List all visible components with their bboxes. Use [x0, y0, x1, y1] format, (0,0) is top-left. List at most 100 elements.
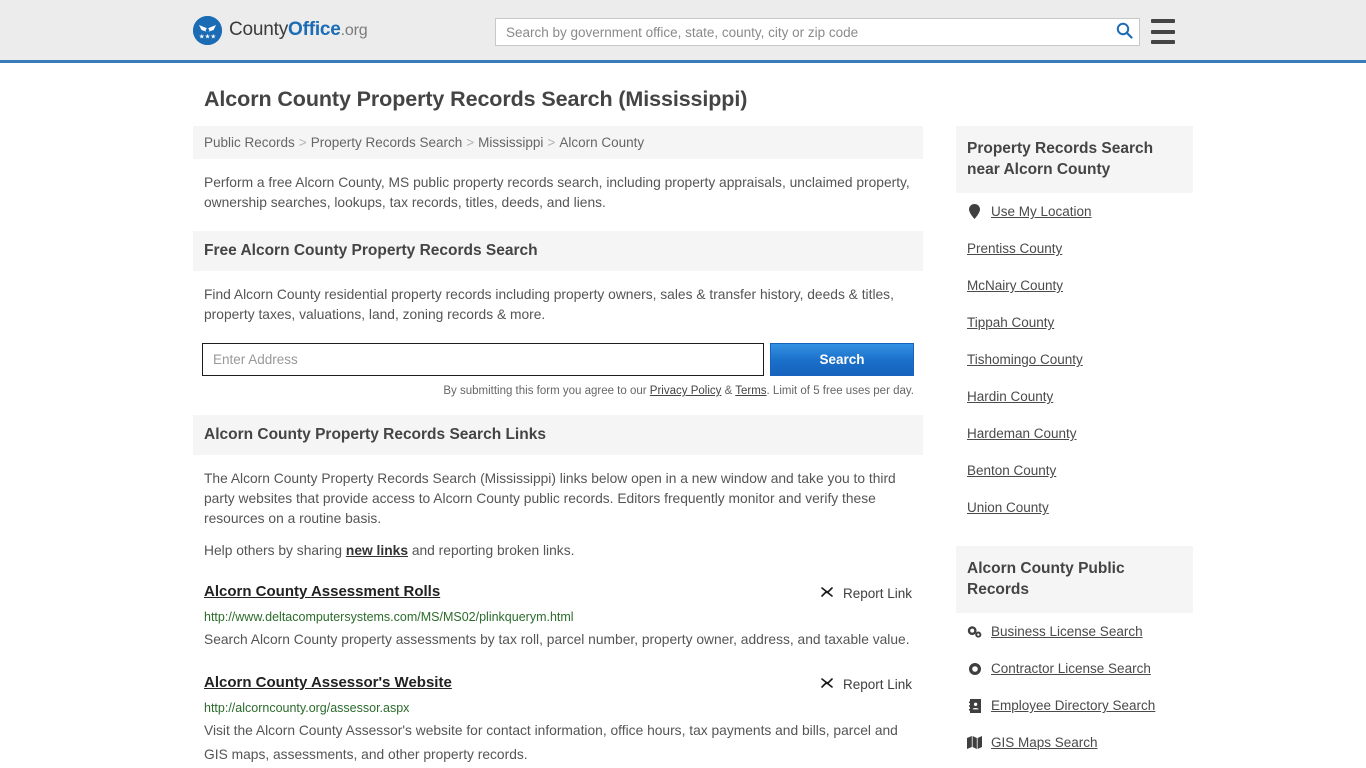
sidebar-item-land-records-search[interactable]: Land Records Search: [956, 761, 1193, 768]
sidebar-link[interactable]: Use My Location: [991, 204, 1092, 219]
logo-text-org: .org: [340, 22, 368, 39]
cogs-icon: [967, 625, 982, 639]
result-url[interactable]: http://www.deltacomputersystems.com/MS/M…: [204, 610, 912, 624]
logo-text-office: Office: [288, 19, 341, 40]
links-section-header: Alcorn County Property Records Search Li…: [193, 415, 923, 455]
free-search-description: Find Alcorn County residential property …: [204, 287, 894, 322]
sidebar-nearby-header: Property Records Search near Alcorn Coun…: [956, 126, 1193, 193]
sidebar-link[interactable]: Employee Directory Search: [991, 698, 1155, 713]
address-input[interactable]: [202, 343, 764, 376]
hamburger-menu-icon[interactable]: [1151, 19, 1175, 44]
sidebar-link[interactable]: McNairy County: [967, 278, 1063, 293]
broken-link-icon: [819, 584, 835, 603]
sidebar-public-records-header: Alcorn County Public Records: [956, 546, 1193, 613]
result-header-row: Alcorn County Assessor's Website Report …: [204, 674, 912, 694]
breadcrumb-separator: >: [547, 135, 556, 150]
sidebar-link[interactable]: Business License Search: [991, 624, 1143, 639]
svg-text:★★★: ★★★: [199, 32, 216, 40]
form-disclaimer: By submitting this form you agree to our…: [193, 385, 914, 397]
sidebar-item-prentiss-county[interactable]: Prentiss County: [956, 230, 1193, 267]
map-pin-icon: [967, 204, 982, 219]
sidebar-link[interactable]: Prentiss County: [967, 241, 1062, 256]
intro-paragraph: Perform a free Alcorn County, MS public …: [204, 175, 910, 210]
sidebar-link[interactable]: Hardin County: [967, 389, 1053, 404]
sidebar-item-union-county[interactable]: Union County: [956, 489, 1193, 526]
help-suffix: and reporting broken links.: [408, 543, 575, 558]
terms-link[interactable]: Terms: [735, 385, 766, 397]
disclaimer-suffix: . Limit of 5 free uses per day.: [766, 385, 914, 397]
sidebar-link[interactable]: Hardeman County: [967, 426, 1077, 441]
sidebar-link[interactable]: Union County: [967, 500, 1049, 515]
result-url[interactable]: http://alcorncounty.org/assessor.aspx: [204, 701, 912, 715]
sidebar-item-employee-directory-search[interactable]: Employee Directory Search: [956, 687, 1193, 724]
sidebar-item-mcnairy-county[interactable]: McNairy County: [956, 267, 1193, 304]
sidebar-item-gis-maps-search[interactable]: GIS Maps Search: [956, 724, 1193, 761]
sidebar-nearby-heading: Property Records Search near Alcorn Coun…: [967, 140, 1154, 178]
address-book-icon: [967, 698, 982, 713]
breadcrumb-separator: >: [298, 135, 307, 150]
sidebar: Property Records Search near Alcorn Coun…: [956, 126, 1193, 768]
search-input[interactable]: [496, 19, 1109, 45]
sidebar-item-business-license-search[interactable]: Business License Search: [956, 613, 1193, 650]
sidebar-item-benton-county[interactable]: Benton County: [956, 452, 1193, 489]
sidebar-item-tishomingo-county[interactable]: Tishomingo County: [956, 341, 1193, 378]
breadcrumb-item-2[interactable]: Mississippi: [478, 135, 543, 150]
breadcrumb: Public Records > Property Records Search > M…: [193, 126, 923, 159]
breadcrumb-separator: >: [466, 135, 475, 150]
sidebar-link[interactable]: Tippah County: [967, 315, 1054, 330]
broken-link-icon: [819, 675, 835, 694]
disclaimer-amp: &: [721, 385, 736, 397]
eagle-shield-icon: ★★★: [193, 15, 222, 45]
result-description: Visit the Alcorn County Assessor's websi…: [204, 723, 898, 762]
main-column: Public Records > Property Records Search > M…: [193, 126, 923, 768]
result-item: Alcorn County Assessor's Website Report …: [204, 674, 912, 767]
cog-icon: [967, 662, 982, 676]
breadcrumb-item-3[interactable]: Alcorn County: [559, 135, 644, 150]
site-logo[interactable]: ★★★ CountyOffice.org: [193, 15, 368, 45]
sidebar-nearby-list: Use My Location Prentiss County McNairy …: [956, 193, 1193, 526]
sidebar-public-records-list: Business License Search Contractor Licen…: [956, 613, 1193, 768]
help-prefix: Help others by sharing: [204, 543, 346, 558]
free-search-heading: Free Alcorn County Property Records Sear…: [204, 242, 538, 259]
result-title-link[interactable]: Alcorn County Assessment Rolls: [204, 583, 440, 600]
breadcrumb-item-1[interactable]: Property Records Search: [311, 135, 463, 150]
sidebar-public-records-heading: Alcorn County Public Records: [967, 560, 1125, 598]
sidebar-link[interactable]: Contractor License Search: [991, 661, 1151, 676]
site-header: ★★★ CountyOffice.org: [0, 0, 1366, 63]
sidebar-item-tippah-county[interactable]: Tippah County: [956, 304, 1193, 341]
global-search-bar: [495, 18, 1140, 46]
address-search-form: Search: [202, 343, 914, 376]
report-link-label: Report Link: [842, 586, 912, 601]
page-title: Alcorn County Property Records Search (M…: [204, 87, 748, 111]
report-link-label: Report Link: [842, 677, 912, 692]
search-submit-button[interactable]: [1109, 19, 1139, 45]
breadcrumb-item-0[interactable]: Public Records: [204, 135, 295, 150]
logo-text: CountyOffice.org: [229, 19, 368, 41]
result-title-link[interactable]: Alcorn County Assessor's Website: [204, 674, 452, 691]
sidebar-item-contractor-license-search[interactable]: Contractor License Search: [956, 650, 1193, 687]
content-row: Public Records > Property Records Search > M…: [193, 126, 1193, 768]
sidebar-link[interactable]: Tishomingo County: [967, 352, 1083, 367]
links-section-heading: Alcorn County Property Records Search Li…: [204, 426, 546, 443]
help-paragraph: Help others by sharing new links and rep…: [204, 541, 912, 561]
free-search-section-header: Free Alcorn County Property Records Sear…: [193, 231, 923, 271]
disclaimer-prefix: By submitting this form you agree to our: [443, 385, 650, 397]
sidebar-link[interactable]: GIS Maps Search: [991, 735, 1098, 750]
sidebar-item-use-my-location[interactable]: Use My Location: [956, 193, 1193, 230]
new-links-link[interactable]: new links: [346, 543, 408, 558]
result-header-row: Alcorn County Assessment Rolls Report Li…: [204, 583, 912, 603]
sidebar-item-hardin-county[interactable]: Hardin County: [956, 378, 1193, 415]
sidebar-item-hardeman-county[interactable]: Hardeman County: [956, 415, 1193, 452]
links-section-paragraph: The Alcorn County Property Records Searc…: [204, 471, 896, 526]
sidebar-link[interactable]: Benton County: [967, 463, 1056, 478]
page-body: Alcorn County Property Records Search (M…: [0, 63, 1366, 768]
report-link-button[interactable]: Report Link: [819, 674, 912, 694]
search-icon: [1116, 22, 1133, 42]
privacy-policy-link[interactable]: Privacy Policy: [650, 385, 722, 397]
folded-map-icon: [967, 736, 982, 749]
result-description: Search Alcorn County property assessment…: [204, 632, 910, 647]
address-search-button[interactable]: Search: [770, 343, 914, 376]
report-link-button[interactable]: Report Link: [819, 583, 912, 603]
result-item: Alcorn County Assessment Rolls Report Li…: [204, 583, 912, 652]
logo-text-county: County: [229, 19, 289, 40]
